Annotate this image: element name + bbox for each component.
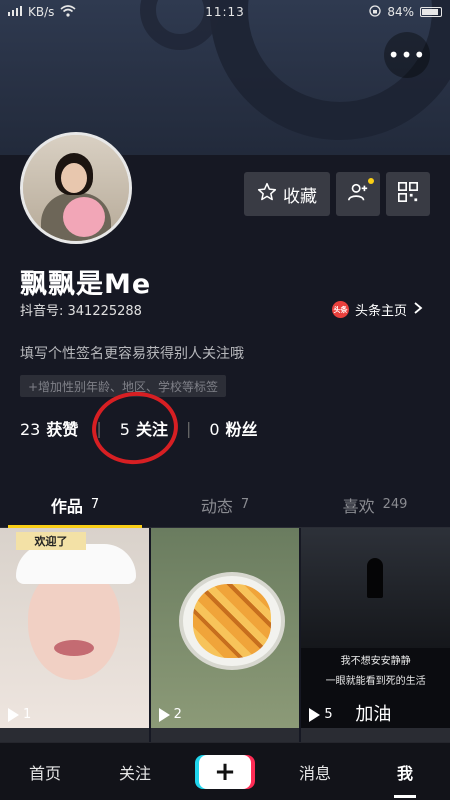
lock-rotation-icon — [369, 4, 381, 20]
video-sticker: 欢迎了 — [16, 532, 86, 550]
nav-home[interactable]: 首页 — [0, 760, 90, 784]
douyin-id: 抖音号: 341225288 — [20, 304, 142, 319]
play-count: 5 — [309, 707, 333, 722]
toutiao-homepage-link[interactable]: 头条 头条主页 — [332, 300, 423, 319]
video-thumbnail[interactable]: 2 — [150, 528, 300, 740]
avatar[interactable] — [20, 132, 132, 244]
play-icon — [309, 707, 321, 722]
play-count: 2 — [158, 707, 182, 722]
nav-create[interactable]: + — [180, 754, 270, 789]
stat-divider: | — [185, 418, 192, 438]
add-user-icon — [347, 181, 369, 207]
video-thumbnail[interactable] — [0, 728, 149, 742]
qr-code-button[interactable] — [386, 172, 430, 216]
nav-me[interactable]: 我 — [360, 760, 450, 784]
more-options-button[interactable]: ••• — [384, 32, 430, 78]
video-thumbnail[interactable] — [301, 728, 450, 742]
star-icon — [257, 182, 277, 207]
nickname: 飘飘是Me — [20, 269, 152, 300]
video-text: 一眼就能看到死的生活 — [325, 676, 426, 687]
plush-toy — [63, 197, 105, 237]
video-thumbnail[interactable]: 我不想安安静静 一眼就能看到死的生活 加油 5 — [301, 528, 450, 740]
video-grid: 欢迎了 1 2 我不想安安静静 一眼就能看到死的生活 加油 5 — [0, 528, 450, 740]
wifi-icon — [60, 4, 76, 20]
stat-likes[interactable]: 23 获赞 — [20, 416, 78, 440]
toutiao-logo-icon: 头条 — [332, 301, 349, 318]
profile-page: KB/s 11:13 84% ••• 收藏 飘飘是Me 抖音号: 3412252… — [0, 0, 450, 800]
status-bar: KB/s 11:13 84% — [0, 0, 450, 24]
nav-messages[interactable]: 消息 — [270, 760, 360, 784]
video-thumbnail[interactable]: 欢迎了 1 — [0, 528, 149, 740]
tab-likes[interactable]: 喜欢 249 — [300, 482, 450, 527]
qr-code-icon — [397, 181, 419, 207]
network-speed: KB/s — [28, 5, 55, 19]
more-dots-icon: ••• — [387, 43, 427, 67]
toutiao-label: 头条主页 — [355, 304, 408, 319]
bottom-navigation: 首页 关注 + 消息 我 — [0, 742, 450, 800]
video-caption: 加油 — [355, 704, 392, 725]
favorites-label: 收藏 — [283, 186, 317, 207]
notification-dot — [368, 178, 374, 184]
video-thumbnail[interactable] — [150, 728, 300, 742]
red-annotation-circle — [88, 387, 182, 469]
signal-icon — [8, 5, 22, 19]
play-icon — [8, 707, 19, 722]
add-friend-button[interactable] — [336, 172, 380, 216]
play-icon — [158, 707, 170, 722]
plus-icon: + — [199, 754, 251, 789]
tab-works[interactable]: 作品 7 — [0, 482, 150, 528]
battery-percentage: 84% — [387, 5, 414, 19]
profile-tabs: 作品 7 动态 7 喜欢 249 — [0, 482, 450, 528]
battery-icon — [420, 7, 442, 17]
stat-followers[interactable]: 0 粉丝 — [209, 416, 257, 440]
tab-activity[interactable]: 动态 7 — [150, 482, 300, 527]
play-count: 1 — [8, 707, 31, 722]
video-grid-row-2 — [0, 728, 450, 742]
nav-following[interactable]: 关注 — [90, 760, 180, 784]
signature[interactable]: 填写个性签名更容易获得别人关注哦 — [20, 343, 244, 363]
video-text: 我不想安安静静 — [340, 656, 411, 667]
chevron-right-icon — [413, 301, 423, 318]
favorites-button[interactable]: 收藏 — [244, 172, 330, 216]
clock: 11:13 — [205, 5, 245, 19]
